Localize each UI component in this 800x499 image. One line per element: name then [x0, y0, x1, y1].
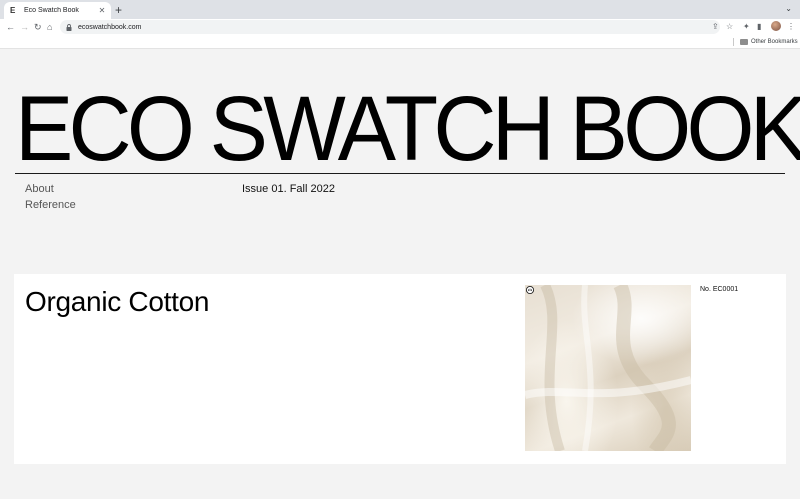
new-tab-icon[interactable]: +: [115, 3, 122, 17]
side-panel-icon[interactable]: ▮: [757, 22, 761, 32]
site-favicon-icon: E: [10, 6, 16, 15]
tab-title: Eco Swatch Book: [24, 7, 79, 14]
issue-label: Issue 01. Fall 2022: [242, 183, 335, 195]
fabric-texture: [525, 285, 691, 451]
menu-dots-icon[interactable]: ⋮: [787, 22, 795, 32]
forward-icon[interactable]: →: [20, 21, 29, 33]
nav-link-about[interactable]: About: [25, 182, 54, 196]
bookmarks-divider: [733, 38, 734, 46]
url-text[interactable]: ecoswatchbook.com: [78, 24, 141, 31]
profile-avatar[interactable]: [771, 21, 781, 31]
address-bar[interactable]: ecoswatchbook.com: [60, 20, 720, 34]
site-title: ECO SWATCH BOOK: [15, 78, 800, 180]
home-icon[interactable]: ⌂: [47, 21, 52, 33]
star-icon[interactable]: ☆: [726, 22, 733, 32]
reload-icon[interactable]: ↻: [34, 21, 42, 33]
back-icon[interactable]: ←: [6, 21, 15, 33]
browser-tab-bar: E Eco Swatch Book ✕ + ⌄: [0, 0, 800, 19]
swatch-card[interactable]: Organic Cotton No. EC0001: [14, 274, 786, 464]
header-divider: [15, 173, 785, 174]
browser-toolbar: ← → ↻ ⌂ ecoswatchbook.com ⇪ ☆ ✦ ▮ ⋮: [0, 19, 800, 36]
swatch-title[interactable]: Organic Cotton: [25, 285, 209, 319]
nav-link-reference[interactable]: Reference: [25, 198, 76, 212]
swatch-image[interactable]: [525, 285, 691, 451]
close-tab-icon[interactable]: ✕: [97, 6, 107, 15]
lock-icon[interactable]: [66, 23, 74, 31]
browser-tab[interactable]: E Eco Swatch Book ✕: [4, 2, 111, 19]
swatch-number: No. EC0001: [700, 286, 739, 293]
share-icon[interactable]: ⇪: [712, 22, 719, 32]
extensions-icon[interactable]: ✦: [743, 22, 750, 32]
other-bookmarks-link[interactable]: Other Bookmarks: [751, 37, 798, 47]
hand-cursor-icon: [525, 285, 535, 295]
folder-icon[interactable]: [740, 39, 748, 45]
chevron-down-icon[interactable]: ⌄: [785, 4, 792, 13]
bookmarks-bar: Other Bookmarks: [0, 36, 800, 49]
